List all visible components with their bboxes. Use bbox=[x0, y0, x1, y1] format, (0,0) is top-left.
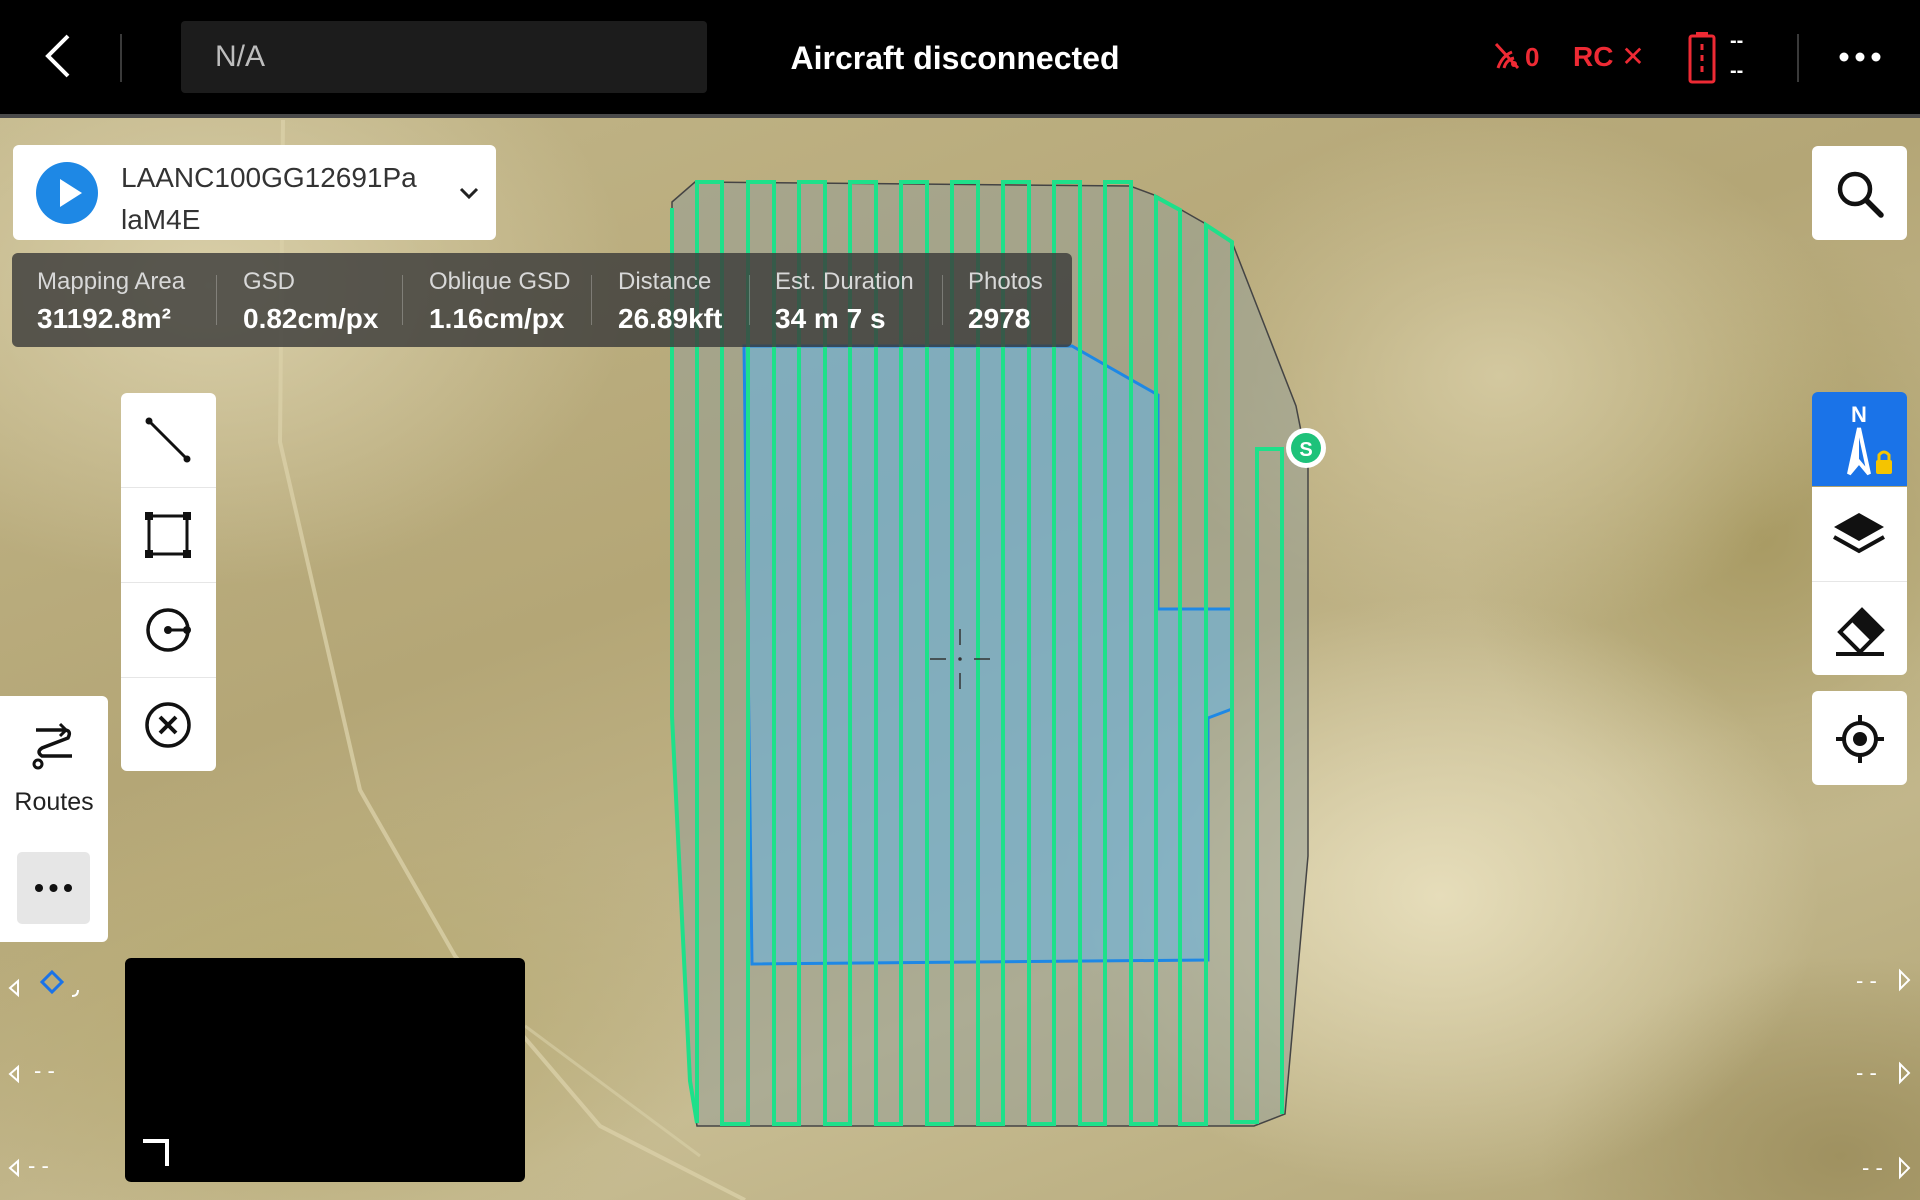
eraser-icon bbox=[1836, 607, 1885, 656]
routes-more-button[interactable] bbox=[17, 852, 90, 924]
more-options-icon bbox=[35, 884, 72, 892]
map-controls-group bbox=[1812, 487, 1907, 675]
divider bbox=[120, 34, 122, 82]
stat-value: 26.89kft bbox=[618, 303, 723, 334]
mission-name-field[interactable]: N/A bbox=[181, 21, 707, 93]
stat-label: GSD bbox=[243, 268, 296, 295]
routes-panel: Routes bbox=[0, 696, 108, 942]
draw-rectangle-tool[interactable] bbox=[121, 488, 216, 583]
right-indicator-2: - - bbox=[1856, 1060, 1877, 1085]
search-button[interactable] bbox=[1812, 146, 1907, 240]
divider bbox=[591, 275, 592, 325]
connection-status-title: Aircraft disconnected bbox=[790, 40, 1120, 76]
play-button[interactable] bbox=[36, 162, 98, 224]
caret-left-icon bbox=[8, 1158, 19, 1178]
home-point-indicator bbox=[8, 969, 79, 998]
compass-north-label: N bbox=[1851, 402, 1867, 427]
back-icon[interactable] bbox=[40, 30, 80, 82]
compass-lock-button[interactable]: N bbox=[1812, 392, 1907, 486]
stat-oblique-gsd: Oblique GSD 1.16cm/px bbox=[429, 265, 570, 339]
locate-button[interactable] bbox=[1812, 691, 1907, 785]
mission-stats-bar: Mapping Area 31192.8m² GSD 0.82cm/px Obl… bbox=[12, 253, 1072, 347]
stat-gsd: GSD 0.82cm/px bbox=[243, 265, 378, 339]
divider bbox=[1797, 34, 1799, 82]
route-name: LAANC100GG12691PalaM4E bbox=[121, 162, 417, 235]
satellite-count: 0 bbox=[1525, 42, 1540, 72]
camera-preview[interactable] bbox=[125, 958, 525, 1182]
draw-line-tool[interactable] bbox=[121, 393, 216, 488]
top-bar: N/A Aircraft disconnected 0 RC ✕ -- -- bbox=[0, 0, 1920, 114]
close-circle-icon bbox=[145, 702, 191, 748]
caret-left-icon bbox=[8, 1064, 19, 1084]
caret-right-icon bbox=[1899, 1156, 1911, 1180]
route-selector[interactable]: LAANC100GG12691PalaM4E bbox=[13, 145, 496, 240]
draw-circle-tool[interactable] bbox=[121, 583, 216, 678]
stat-value: 1.16cm/px bbox=[429, 303, 565, 334]
stat-label: Distance bbox=[618, 268, 712, 295]
divider bbox=[749, 275, 750, 325]
chevron-down-icon[interactable] bbox=[456, 180, 482, 206]
stat-mapping-area: Mapping Area 31192.8m² bbox=[37, 265, 185, 339]
stat-label: Est. Duration bbox=[775, 268, 914, 295]
right-indicator-3: - - bbox=[1862, 1155, 1883, 1180]
stat-value: 0.82cm/px bbox=[243, 303, 379, 334]
divider bbox=[216, 275, 217, 325]
caret-right-icon bbox=[1899, 1061, 1911, 1085]
eraser-button[interactable] bbox=[1812, 582, 1907, 675]
caret-right-icon bbox=[1899, 968, 1911, 992]
battery-value-top: -- bbox=[1730, 30, 1744, 52]
routes-label[interactable]: Routes bbox=[0, 788, 108, 817]
stat-est-duration: Est. Duration 34 m 7 s bbox=[775, 265, 914, 339]
right-indicator-1: - - bbox=[1856, 968, 1877, 993]
more-options-icon[interactable] bbox=[1838, 40, 1882, 74]
compass-icon: N bbox=[1847, 402, 1892, 476]
left-indicator-2: - - bbox=[34, 1058, 55, 1083]
rc-disconnected-mark: ✕ bbox=[1621, 41, 1645, 72]
map-layers-button[interactable] bbox=[1812, 487, 1907, 582]
stat-label: Oblique GSD bbox=[429, 268, 571, 295]
stat-label: Mapping Area bbox=[37, 268, 186, 295]
start-marker[interactable]: S bbox=[1286, 428, 1326, 468]
left-indicator-3: - - bbox=[28, 1153, 49, 1178]
layers-icon bbox=[1833, 513, 1885, 554]
rc-label: RC bbox=[1573, 41, 1614, 72]
road-line bbox=[524, 1024, 701, 1158]
locate-icon bbox=[1836, 715, 1884, 763]
routes-icon[interactable] bbox=[28, 720, 80, 772]
play-icon bbox=[60, 179, 82, 207]
clear-tool[interactable] bbox=[121, 678, 216, 772]
divider bbox=[942, 275, 943, 325]
stat-photos: Photos 2978 bbox=[968, 265, 1043, 339]
search-icon bbox=[1837, 171, 1884, 218]
rc-status: RC ✕ bbox=[1573, 40, 1645, 73]
stat-label: Photos bbox=[968, 268, 1043, 295]
line-tool-icon bbox=[145, 417, 191, 463]
top-bar-divider bbox=[0, 114, 1920, 118]
battery-value-bottom: -- bbox=[1730, 60, 1744, 82]
expand-corner-icon[interactable] bbox=[141, 1138, 171, 1168]
stat-value: 34 m 7 s bbox=[775, 303, 886, 334]
divider bbox=[402, 275, 403, 325]
stat-value: 31192.8m² bbox=[37, 303, 171, 334]
stat-distance: Distance 26.89kft bbox=[618, 265, 722, 339]
stat-value: 2978 bbox=[968, 303, 1031, 334]
circle-tool-icon bbox=[146, 608, 191, 652]
start-marker-label: S bbox=[1299, 439, 1312, 461]
drawing-toolbar bbox=[121, 393, 216, 771]
rectangle-tool-icon bbox=[145, 512, 191, 558]
target-area bbox=[742, 344, 1234, 966]
